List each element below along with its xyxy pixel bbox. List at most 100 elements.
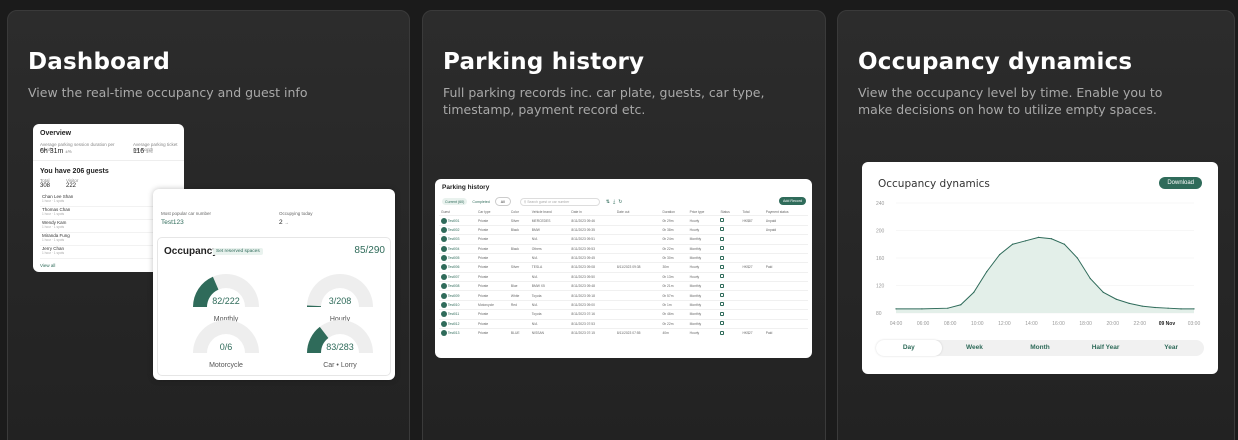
period-tab[interactable]: Day <box>876 340 942 356</box>
refresh-icon[interactable]: ↻ <box>618 199 622 205</box>
guest-avatar <box>441 301 447 308</box>
set-reserved-link[interactable]: Set reserved spaces <box>213 248 263 255</box>
status-icon <box>720 218 725 223</box>
guest-avatar <box>441 255 447 262</box>
data-point <box>1167 307 1169 309</box>
download-button[interactable]: Download <box>1159 177 1202 189</box>
card-title: Parking history <box>443 49 645 75</box>
table-row[interactable]: Test010 Motorcycle Red N/A 8/11/2023 09:… <box>439 299 808 310</box>
cell-price-type: Monthly <box>687 280 719 291</box>
cell-duration: 0h 1m <box>660 299 688 310</box>
table-body: Test001 Private Silver MERCEDES 8/11/202… <box>439 215 808 338</box>
x-tick-label: 06:00 <box>917 321 930 327</box>
cell-color: Blue <box>508 280 530 291</box>
cell-total <box>740 318 764 329</box>
period-tab[interactable]: Half Year <box>1073 340 1139 356</box>
popular-car-label: Most popular car number <box>161 211 212 216</box>
data-point <box>1024 240 1027 242</box>
cell-brand: N/A <box>529 234 570 244</box>
table-row[interactable]: Test006 Private Silver TESLA 8/11/2023 0… <box>439 262 808 273</box>
table-row[interactable]: Test001 Private Silver MERCEDES 8/11/202… <box>439 215 808 226</box>
cell-brand: N/A <box>529 318 570 329</box>
cell-color <box>508 271 530 282</box>
cell-type: Private <box>475 271 509 282</box>
table-header: Guest Car type Color Vehicle brand Date in Da… <box>439 209 808 216</box>
table-row[interactable]: Test008 Private Blue BMW X5 8/11/2023 09… <box>439 280 808 291</box>
cell-price-type: Monthly <box>687 243 719 254</box>
car-plate: Test011 <box>447 312 460 317</box>
table-row[interactable]: Test011 Private Toyota 8/11/2023 07:16 0… <box>439 309 808 319</box>
status-icon <box>720 293 725 298</box>
column-header[interactable]: Date out <box>615 209 661 216</box>
add-record-button[interactable]: Add Record <box>779 197 806 205</box>
download-icon[interactable]: ⤓ <box>613 199 615 205</box>
cell-brand: NISSAN <box>529 327 570 338</box>
period-tab[interactable]: Week <box>942 340 1008 356</box>
cell-date-in: 8/11/2023 07:15 <box>569 327 615 338</box>
cell-duration: 0h 57m <box>660 290 688 301</box>
dashboard-card: Dashboard View the real-time occupancy a… <box>7 10 410 440</box>
cell-brand: BMW <box>529 224 570 235</box>
period-tab[interactable]: Month <box>1007 340 1073 356</box>
column-header[interactable]: Car type <box>476 209 509 216</box>
column-header[interactable]: Color <box>509 209 530 216</box>
table-row[interactable]: Test004 Private Black Others 8/11/2023 0… <box>439 243 808 254</box>
cell-color: Silver <box>508 215 530 226</box>
view-all-link[interactable]: View all <box>40 263 55 268</box>
table-row[interactable]: Test012 Private N/A 8/11/2023 07:53 0h 2… <box>439 318 808 329</box>
card-title: Dashboard <box>28 49 171 75</box>
column-header[interactable]: Status <box>718 209 740 216</box>
column-header[interactable]: Total <box>741 209 764 216</box>
cell-color: Black <box>508 224 530 235</box>
popular-car-value: Test123 <box>161 219 184 226</box>
cell-type: Private <box>475 252 509 263</box>
period-tabs: Day Week Month Half Year Year <box>876 340 1204 356</box>
status-icon <box>720 246 725 251</box>
column-header[interactable]: Date in <box>569 209 615 216</box>
guests-total: 308 <box>40 183 51 189</box>
column-header[interactable]: Duration <box>660 209 687 216</box>
car-plate: Test012 <box>447 321 460 326</box>
cell-price-type: Monthly <box>687 318 719 329</box>
cell-date-in: 8/11/2023 09:46 <box>569 215 615 226</box>
status-icon <box>720 255 725 260</box>
cell-date-out <box>614 224 661 235</box>
y-tick-label: 240 <box>876 201 885 207</box>
car-plate: Test003 <box>447 237 460 242</box>
table-row[interactable]: Test003 Private N/A 8/11/2023 09:51 0h 2… <box>439 234 808 244</box>
table-row[interactable]: Test007 Private N/A 8/11/2023 09:50 0h 1… <box>439 271 808 282</box>
car-plate: Test004 <box>447 246 460 251</box>
cell-payment: Paid <box>763 327 808 338</box>
cell-date-in: 8/11/2023 09:50 <box>569 271 615 282</box>
x-tick-label: 18:00 <box>1079 321 1092 327</box>
cell-date-out <box>614 299 661 310</box>
cell-total <box>740 290 764 301</box>
cell-brand: N/A <box>529 252 570 263</box>
column-header[interactable]: Vehicle brand <box>530 209 570 216</box>
cell-duration: 0h 13m <box>660 271 688 282</box>
data-point <box>1037 236 1040 238</box>
filter-all[interactable]: All <box>494 197 511 206</box>
cell-duration: 30m <box>660 262 688 273</box>
guest-avatar <box>441 217 447 224</box>
filter-current[interactable]: Current (60) <box>442 198 468 205</box>
filter-completed[interactable]: Completed <box>470 198 491 205</box>
cell-date-out: 8/11/2023 07:55 <box>614 327 661 338</box>
cell-type: Private <box>475 280 509 291</box>
column-header[interactable]: Price type <box>688 209 719 216</box>
table-row[interactable]: Test013 Private BLUE NISSAN 8/11/2023 07… <box>439 327 808 338</box>
cell-duration: 0h 22m <box>660 243 688 254</box>
cell-date-in: 8/11/2023 09:51 <box>569 234 615 244</box>
occupying-value: 2 → <box>279 219 289 226</box>
table-row[interactable]: Test005 Private N/A 8/11/2023 09:45 0h 3… <box>439 252 808 263</box>
table-row[interactable]: Test009 Private White Toyota 8/11/2023 0… <box>439 290 808 301</box>
table-row[interactable]: Test002 Private Black BMW 8/11/2023 09:3… <box>439 224 808 235</box>
period-tab[interactable]: Year <box>1138 340 1204 356</box>
filter-icon[interactable]: ⇅ <box>606 199 610 205</box>
cell-brand: Toyota <box>529 309 570 319</box>
column-header[interactable]: Guest <box>439 209 476 216</box>
search-input[interactable]: ⚲ Search guest or car number <box>519 197 600 206</box>
status-icon <box>720 236 725 241</box>
column-header[interactable]: Payment status <box>764 209 808 216</box>
cell-payment <box>763 299 808 310</box>
